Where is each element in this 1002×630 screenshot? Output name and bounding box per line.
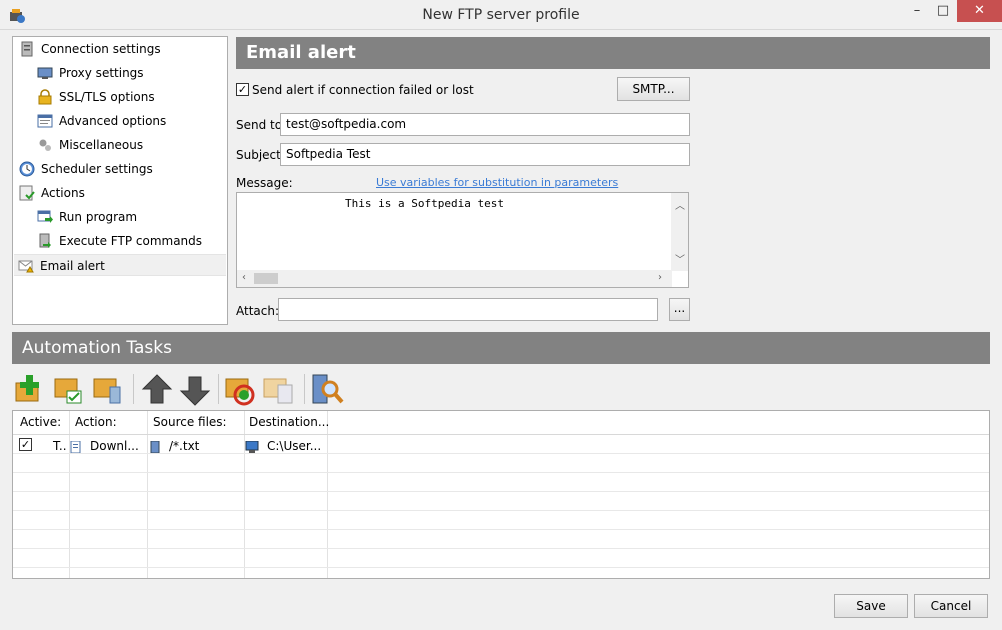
row-source: /*.txt [149, 439, 199, 453]
variables-link[interactable]: Use variables for substitution in parame… [376, 176, 618, 189]
tree-item-label: Proxy settings [59, 66, 144, 80]
tree-item-label: Scheduler settings [41, 162, 153, 176]
disable-icon[interactable] [262, 373, 298, 407]
send-alert-label: Send alert if connection failed or lost [252, 83, 474, 97]
column-divider [244, 411, 245, 578]
column-divider [327, 411, 328, 578]
message-vertical-scrollbar[interactable]: ︿ ﹀ [671, 193, 688, 271]
save-button[interactable]: Save [834, 594, 908, 618]
email-alert-icon [18, 260, 34, 272]
tree-item-label: Run program [59, 210, 138, 224]
actions-icon [19, 185, 35, 200]
row-divider [13, 510, 989, 511]
row-destination: C:\User... [245, 439, 321, 453]
smtp-button[interactable]: SMTP... [617, 77, 690, 101]
tree-item-proxy-settings[interactable]: Proxy settings [37, 62, 144, 84]
move-up-icon[interactable] [139, 373, 175, 407]
column-divider [147, 411, 148, 578]
subject-label: Subject: [236, 148, 285, 162]
email-alert-header: Email alert [236, 37, 990, 69]
tree-item-label: Advanced options [59, 114, 167, 128]
advanced-icon [37, 114, 53, 127]
server-small-icon [150, 440, 160, 453]
column-header-source[interactable]: Source files: [153, 415, 227, 429]
message-text: This is a Softpedia test [345, 197, 504, 210]
scroll-down-icon[interactable]: ﹀ [675, 251, 685, 266]
tree-item-actions[interactable]: Actions [19, 182, 85, 204]
row-divider [13, 548, 989, 549]
row-divider [13, 472, 989, 473]
send-alert-checkbox[interactable]: ✓ [236, 83, 249, 96]
minimize-button[interactable]: – [903, 0, 931, 22]
subject-field[interactable]: Softpedia Test [280, 143, 690, 166]
settings-tree: Connection settings Proxy settings SSL/T… [12, 36, 228, 325]
scroll-thumb[interactable] [254, 273, 278, 284]
column-header-action[interactable]: Action: [75, 415, 117, 429]
tree-item-miscellaneous[interactable]: Miscellaneous [37, 134, 143, 156]
server-icon [21, 41, 33, 56]
tree-item-label: Actions [41, 186, 85, 200]
message-textarea[interactable]: This is a Softpedia test ︿ ﹀ ‹ › [236, 192, 689, 288]
toolbar-separator [218, 374, 219, 404]
ftp-commands-icon [39, 233, 51, 248]
download-doc-icon [70, 440, 81, 453]
automation-tasks-table[interactable]: Active: Action: Source files: Destinatio… [12, 410, 990, 579]
attach-label: Attach: [236, 304, 280, 318]
column-header-destination[interactable]: Destination... [249, 415, 329, 429]
edit-task-icon[interactable] [53, 373, 89, 407]
row-divider [13, 529, 989, 530]
gears-icon [39, 139, 51, 151]
close-button[interactable]: ✕ [957, 0, 1002, 22]
toolbar-separator [304, 374, 305, 404]
tree-item-label: Email alert [40, 259, 105, 273]
title-bar: New FTP server profile – □ ✕ [0, 0, 1002, 30]
scroll-up-icon[interactable]: ︿ [675, 197, 685, 212]
tree-item-label: Connection settings [41, 42, 161, 56]
column-header-active[interactable]: Active: [20, 415, 61, 429]
tree-item-advanced-options[interactable]: Advanced options [37, 110, 166, 132]
row-active-checkbox[interactable]: ✓ [19, 438, 32, 451]
tree-item-label: Execute FTP commands [59, 234, 203, 248]
browse-button[interactable]: ... [669, 298, 690, 321]
tree-item-scheduler-settings[interactable]: Scheduler settings [19, 158, 153, 180]
attach-field[interactable] [278, 298, 658, 321]
window-title: New FTP server profile [422, 7, 580, 23]
computer-icon [245, 440, 259, 453]
header-divider [13, 434, 989, 435]
row-divider [13, 567, 989, 568]
copy-task-icon[interactable] [92, 373, 128, 407]
add-task-icon[interactable] [14, 373, 50, 407]
automation-tasks-header: Automation Tasks [12, 332, 990, 364]
run-icon [37, 210, 53, 223]
tree-item-ssl-tls[interactable]: SSL/TLS options [37, 86, 155, 108]
tree-item-run-program[interactable]: Run program [37, 206, 137, 228]
scroll-right-icon[interactable]: › [658, 272, 662, 283]
toolbar-separator [133, 374, 134, 404]
maximize-button[interactable]: □ [929, 0, 957, 22]
refresh-icon[interactable] [224, 373, 260, 407]
move-down-icon[interactable] [177, 373, 213, 407]
tree-item-email-alert[interactable]: Email alert [14, 254, 226, 276]
row-action: Downl... [70, 439, 139, 453]
send-to-field[interactable]: test@softpedia.com [280, 113, 690, 136]
tree-item-execute-ftp-commands[interactable]: Execute FTP commands [37, 230, 202, 252]
send-to-label: Send to: [236, 118, 287, 132]
clock-icon [19, 161, 35, 176]
row-divider [13, 491, 989, 492]
column-divider [69, 411, 70, 578]
message-label: Message: [236, 176, 293, 190]
tree-item-label: SSL/TLS options [59, 90, 155, 104]
cancel-button[interactable]: Cancel [914, 594, 988, 618]
row-divider [13, 453, 989, 454]
proxy-icon [37, 67, 53, 79]
scroll-left-icon[interactable]: ‹ [242, 272, 246, 283]
tree-item-connection-settings[interactable]: Connection settings [19, 38, 161, 60]
search-icon[interactable] [310, 373, 346, 407]
row-type: T.. [53, 439, 67, 453]
message-horizontal-scrollbar[interactable]: ‹ › [237, 270, 672, 287]
tree-item-label: Miscellaneous [59, 138, 144, 152]
lock-icon [38, 88, 52, 104]
